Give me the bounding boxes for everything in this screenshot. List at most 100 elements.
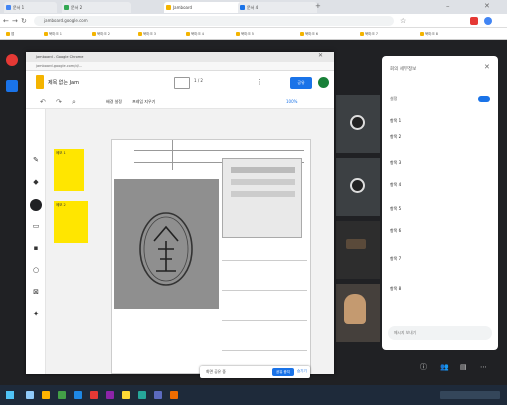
system-tray[interactable] [440, 391, 500, 399]
user-avatar[interactable] [318, 77, 329, 88]
share-status-text: 화면 공유 중 [206, 369, 226, 374]
people-icon[interactable]: 👥 [440, 362, 449, 372]
message-input[interactable]: 메시지 보내기 [388, 326, 492, 340]
share-button[interactable]: 공유 [290, 77, 312, 89]
profile-avatar[interactable] [484, 17, 492, 25]
bookmark-item[interactable]: 북마크 4 [186, 30, 204, 38]
taskbar-app-icon[interactable] [154, 391, 162, 399]
window-url: jamboard.google.com/d/... [26, 62, 334, 71]
star-icon[interactable]: ☆ [400, 16, 406, 26]
info-icon[interactable]: ⓘ [420, 362, 427, 372]
taskbar-app-icon[interactable] [42, 391, 50, 399]
bookmark-item[interactable]: 북마크 5 [236, 30, 254, 38]
chat-icon[interactable]: ▤ [460, 362, 467, 372]
sticky-note[interactable]: 메모 1 [54, 149, 84, 191]
taskbar-app-icon[interactable] [74, 391, 82, 399]
address-bar[interactable]: jamboard.google.com [34, 16, 394, 26]
bookmark-item[interactable]: 북마크 8 [420, 30, 438, 38]
participant-tile[interactable] [336, 221, 380, 279]
select-tool-icon[interactable] [30, 199, 42, 211]
toggle-label: 설정 [390, 96, 398, 101]
close-panel-icon[interactable]: ✕ [484, 62, 490, 72]
taskbar-app-icon[interactable] [138, 391, 146, 399]
participant-tile[interactable] [336, 95, 380, 153]
sticky-note-icon[interactable]: ▭ [31, 221, 41, 231]
close-window-icon[interactable]: ✕ [318, 52, 323, 61]
stop-sharing-button[interactable]: 공유 중지 [272, 368, 294, 376]
screenshot-inset [222, 158, 302, 238]
tab-favicon-icon [64, 5, 69, 10]
set-background-button[interactable]: 배경 설정 [106, 99, 122, 105]
new-tab-icon[interactable]: + [315, 1, 321, 11]
pen-icon[interactable]: ✎ [31, 155, 41, 165]
table-line [222, 320, 307, 321]
bookmark-item[interactable]: 북마크 7 [360, 30, 378, 38]
clear-frame-button[interactable]: 프레임 지우기 [132, 99, 155, 105]
hide-button[interactable]: 숨기기 [297, 369, 307, 374]
panel-field: 항목 8 [390, 286, 402, 291]
zoom-level[interactable]: 100% [286, 99, 297, 104]
eraser-icon[interactable]: ◆ [31, 177, 41, 187]
panel-field: 항목 1 [390, 118, 402, 123]
bookmark-item[interactable]: 북마크 1 [44, 30, 62, 38]
tab-favicon-icon [166, 5, 171, 10]
reload-icon[interactable]: ↻ [21, 16, 27, 26]
redo-icon[interactable]: ↷ [56, 97, 62, 107]
panel-title: 회의 세부정보 [390, 67, 417, 72]
taskbar-app-icon[interactable] [90, 391, 98, 399]
doc-title[interactable]: 제목 없는 Jam [48, 79, 79, 86]
bookmarks-bar: 앱 북마크 1 북마크 2 북마크 3 북마크 4 북마크 5 북마크 6 북마… [0, 28, 507, 40]
participant-avatar [350, 178, 365, 193]
laser-icon[interactable]: ✦ [31, 309, 41, 319]
frame-bar-button[interactable] [174, 77, 190, 89]
table-line [134, 150, 304, 151]
extension-icon[interactable] [470, 17, 478, 25]
table-line [222, 260, 307, 261]
participant-avatar [350, 115, 365, 130]
jamboard-logo-icon [36, 75, 44, 89]
people-icon[interactable] [6, 80, 18, 92]
taskbar-app-icon[interactable] [26, 391, 34, 399]
setting-toggle[interactable] [478, 96, 490, 102]
panel-field: 항목 7 [390, 256, 402, 261]
tool-sidebar: ✎ ◆ ▭ ▪ ○ ⊠ ✦ [26, 109, 46, 374]
activities-icon[interactable]: ⋯ [480, 362, 487, 372]
browser-toolbar: ← → ↻ jamboard.google.com ☆ [0, 14, 507, 28]
taskbar-app-icon[interactable] [58, 391, 66, 399]
jam-canvas[interactable]: ✎ ◆ ▭ ▪ ○ ⊠ ✦ 메모 1 메모 2 [26, 109, 334, 374]
back-icon[interactable]: ← [3, 16, 9, 26]
taskbar-app-icon[interactable] [122, 391, 130, 399]
inset-bar [231, 167, 295, 173]
textbox-icon[interactable]: ⊠ [31, 287, 41, 297]
browser-tab-active[interactable]: Jamboard [164, 2, 243, 13]
bookmark-item[interactable]: 북마크 6 [300, 30, 318, 38]
participant-tile[interactable] [336, 284, 380, 342]
tab-favicon-icon [240, 5, 245, 10]
undo-icon[interactable]: ↶ [40, 97, 46, 107]
taskbar-app-icon[interactable] [170, 391, 178, 399]
panel-field: 항목 5 [390, 206, 402, 211]
start-icon[interactable] [6, 391, 14, 399]
taskbar-app-icon[interactable] [106, 391, 114, 399]
close-window-icon[interactable]: ✕ [484, 1, 490, 11]
seal-drawing-photo[interactable] [114, 179, 219, 309]
browser-tab[interactable]: 문서 1 [4, 2, 57, 13]
bookmark-item[interactable]: 북마크 3 [138, 30, 156, 38]
panel-field: 항목 4 [390, 182, 402, 187]
bookmark-item[interactable]: 북마크 2 [92, 30, 110, 38]
circle-icon[interactable]: ○ [31, 265, 41, 275]
participant-tile[interactable] [336, 158, 380, 216]
minimize-icon[interactable]: – [446, 1, 450, 11]
browser-tab[interactable]: 문서 2 [62, 2, 131, 13]
os-taskbar [0, 385, 507, 405]
bookmark-item[interactable]: 앱 [6, 30, 14, 38]
browser-tab[interactable]: 문서 4 [238, 2, 317, 13]
zoom-icon[interactable]: ⌕ [72, 97, 76, 107]
image-icon[interactable]: ▪ [31, 243, 41, 253]
forward-icon[interactable]: → [12, 16, 18, 26]
sticky-note[interactable]: 메모 2 [54, 201, 88, 243]
jamboard-window: Jamboard - Google Chrome ✕ jamboard.goog… [26, 52, 334, 374]
panel-field: 항목 6 [390, 228, 402, 233]
more-options-icon[interactable]: ⋮ [256, 77, 263, 87]
participant-video [346, 239, 366, 249]
